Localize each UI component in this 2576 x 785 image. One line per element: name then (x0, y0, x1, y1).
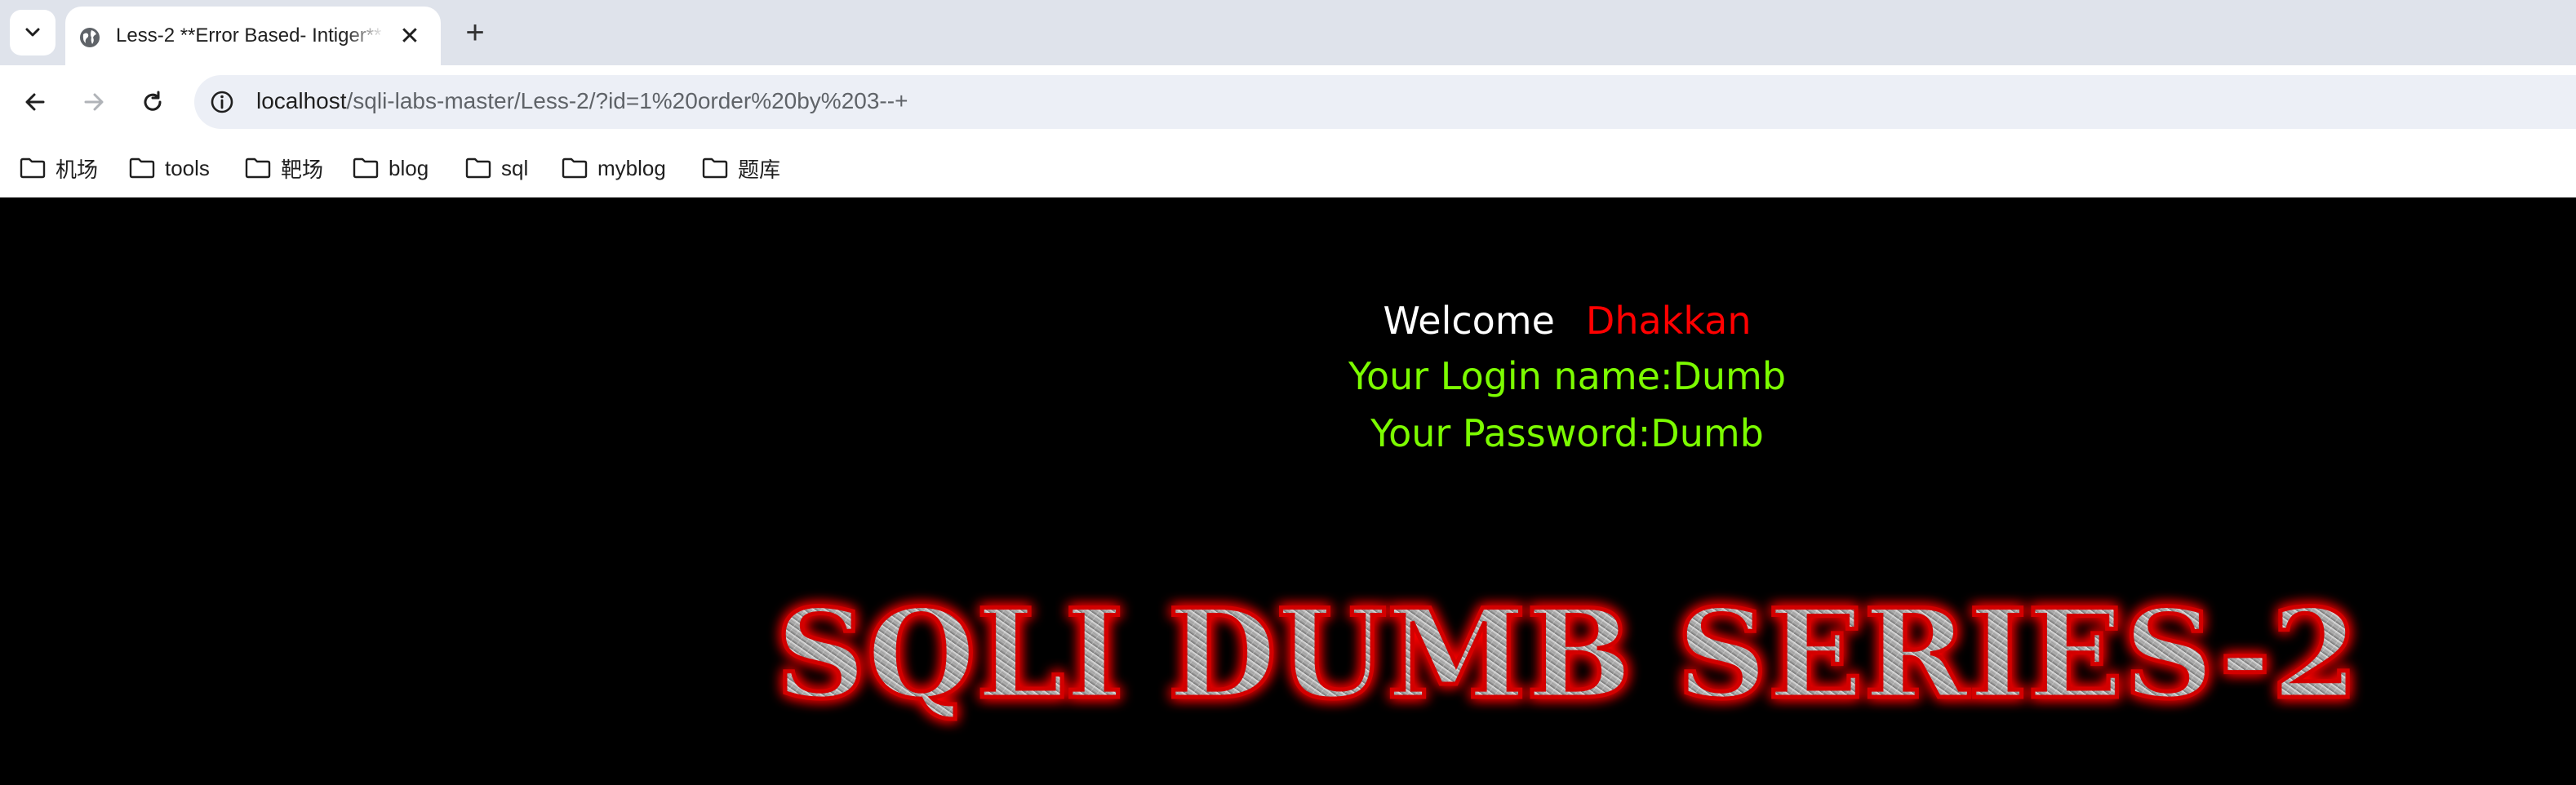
folder-icon (353, 157, 379, 179)
forward-arrow-icon (84, 93, 104, 111)
series-banner-logo: SQLI DUMB SERIES-2 (774, 581, 2361, 729)
back-arrow-icon (25, 93, 45, 111)
tab-search-button[interactable] (10, 10, 56, 55)
back-button[interactable] (15, 82, 56, 122)
reload-button[interactable] (132, 82, 173, 122)
address-bar[interactable]: localhost/sqli-labs-master/Less-2/?id=1%… (194, 75, 2576, 129)
welcome-word: Welcome (1383, 299, 1555, 343)
folder-icon (245, 157, 271, 179)
banner-text: SQLI DUMB SERIES-2 (775, 583, 2359, 726)
url-text[interactable]: localhost/sqli-labs-master/Less-2/?id=1%… (256, 88, 908, 114)
welcome-username: Dhakkan (1585, 299, 1752, 343)
folder-icon (702, 157, 728, 179)
folder-icon (129, 157, 155, 179)
bookmark-label: sql (501, 155, 529, 180)
url-host: localhost (256, 88, 347, 113)
bookmark-label: 靶场 (281, 157, 324, 182)
url-path: /sqli-labs-master/Less-2/?id=1%20order%2… (346, 88, 908, 113)
bookmark-folder-4[interactable]: blog (353, 150, 429, 186)
bookmark-label: blog (389, 155, 429, 180)
bookmark-folder-7[interactable]: 题库 (702, 150, 780, 186)
toolbar: localhost/sqli-labs-master/Less-2/?id=1%… (0, 65, 2576, 139)
folder-icon (465, 157, 491, 179)
password-result: Your Password:Dumb (1370, 411, 1764, 455)
bookmark-folder-5[interactable]: sql (465, 150, 528, 186)
bookmark-folder-2[interactable]: tools (129, 150, 210, 186)
reload-icon (144, 91, 162, 111)
tab-strip: Less-2 **Error Based- Intiger** ✕ + (0, 0, 2576, 65)
bookmark-folder-1[interactable]: 机场 (20, 150, 98, 186)
folder-icon (562, 157, 588, 179)
welcome-message: Welcome Dhakkan (1339, 299, 1796, 343)
bookmark-label: 题库 (738, 157, 781, 182)
chevron-down-icon (25, 28, 40, 37)
bookmark-label: myblog (597, 155, 666, 180)
forward-button[interactable] (73, 82, 114, 122)
new-tab-button[interactable]: + (454, 11, 496, 54)
tab-title: Less-2 **Error Based- Intiger** (116, 24, 382, 47)
bookmark-label: 机场 (56, 157, 99, 182)
bookmarks-bar: 机场 tools 靶场 blog sql myblog 题库 (0, 139, 2576, 197)
page-content: Welcome Dhakkan Your Login name:Dumb Your… (0, 197, 2576, 785)
bookmark-folder-3[interactable]: 靶场 (245, 150, 323, 186)
login-name-result: Your Login name:Dumb (1348, 354, 1787, 398)
close-tab-icon[interactable]: ✕ (392, 18, 428, 54)
bookmark-label: tools (165, 155, 210, 180)
globe-icon (80, 28, 100, 47)
browser-chrome: Less-2 **Error Based- Intiger** ✕ + loca… (0, 0, 2576, 197)
active-tab[interactable]: Less-2 **Error Based- Intiger** ✕ (65, 7, 441, 65)
site-info-icon[interactable] (209, 89, 235, 115)
folder-icon (20, 157, 46, 179)
bookmark-folder-6[interactable]: myblog (562, 150, 666, 186)
